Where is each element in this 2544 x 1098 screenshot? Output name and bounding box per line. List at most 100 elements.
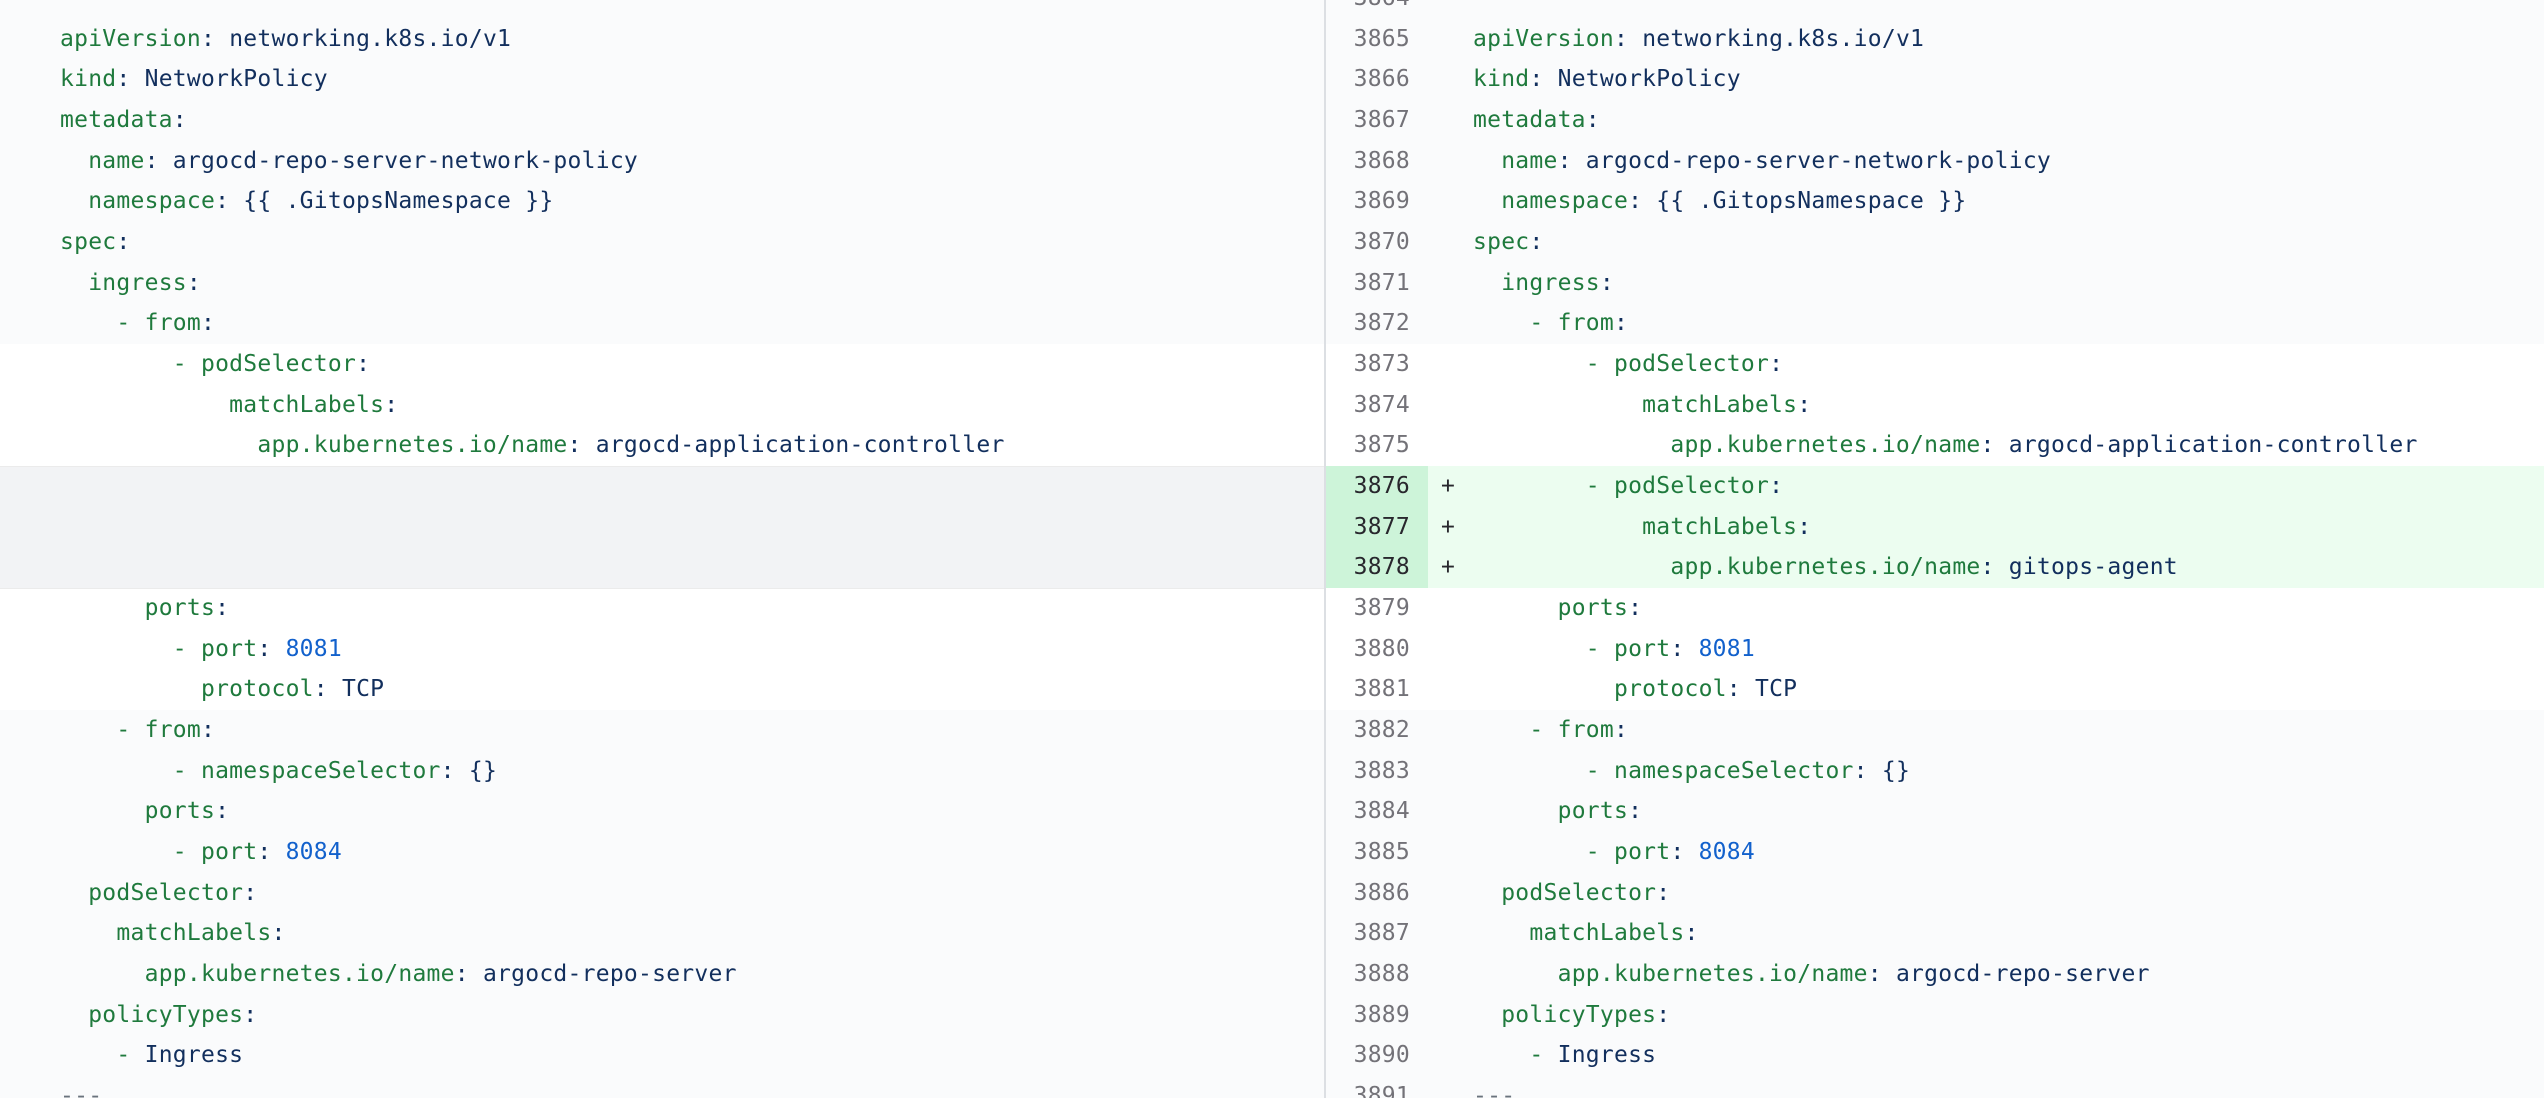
code-token: name xyxy=(88,148,144,174)
new-code-cell: apiVersion: networking.k8s.io/v1 xyxy=(1473,19,2544,60)
new-line-number[interactable]: 3888 xyxy=(1326,954,1428,995)
new-line-number[interactable]: 3867 xyxy=(1326,100,1428,141)
old-code-line: - podSelector: xyxy=(60,351,370,377)
new-line-number[interactable]: 3885 xyxy=(1326,832,1428,873)
diff-row: spec:3870spec: xyxy=(0,222,2544,263)
old-code-cell: - namespaceSelector: {} xyxy=(0,751,1324,792)
code-token xyxy=(60,595,145,621)
new-line-number[interactable]: 3889 xyxy=(1326,995,1428,1036)
code-token: - xyxy=(1529,310,1557,336)
new-line-number[interactable]: 3880 xyxy=(1326,629,1428,670)
new-line-number[interactable]: 3879 xyxy=(1326,588,1428,629)
new-line-number[interactable]: 3871 xyxy=(1326,263,1428,304)
code-token xyxy=(1473,188,1501,214)
old-code-line: namespace: {{ .GitopsNamespace }} xyxy=(60,188,553,214)
code-token xyxy=(60,1002,88,1028)
code-token xyxy=(60,839,173,865)
new-line-number[interactable]: 3872 xyxy=(1326,303,1428,344)
code-token: 8081 xyxy=(271,636,342,662)
diff-row: kind: NetworkPolicy3866kind: NetworkPoli… xyxy=(0,59,2544,100)
diff-rows: ---3864---apiVersion: networking.k8s.io/… xyxy=(0,0,2544,1098)
new-line-number[interactable]: 3883 xyxy=(1326,751,1428,792)
diff-sign xyxy=(1428,1076,1473,1098)
code-token: Ingress xyxy=(145,1042,244,1068)
diff-sign xyxy=(1428,873,1473,914)
code-token: {{ .GitopsNamespace }} xyxy=(1642,188,1966,214)
new-code-line: matchLabels: xyxy=(1473,392,1811,418)
new-line-number[interactable]: 3891 xyxy=(1326,1076,1428,1098)
code-token: : xyxy=(257,636,271,662)
new-code-line: - port: 8081 xyxy=(1473,636,1755,662)
new-line-number[interactable]: 3877 xyxy=(1326,507,1428,548)
code-token: : xyxy=(1656,1002,1670,1028)
code-token: - xyxy=(1529,1042,1557,1068)
code-token: app.kubernetes.io/name xyxy=(257,432,567,458)
code-token xyxy=(1473,636,1586,662)
new-line-number[interactable]: 3875 xyxy=(1326,425,1428,466)
code-token: : xyxy=(1628,798,1642,824)
old-code-cell: podSelector: xyxy=(0,873,1324,914)
old-code-cell: - from: xyxy=(0,710,1324,751)
code-token: spec xyxy=(60,229,116,255)
new-line-number[interactable]: 3870 xyxy=(1326,222,1428,263)
code-token: - xyxy=(1586,839,1614,865)
old-code-line: policyTypes: xyxy=(60,1002,257,1028)
code-token: ports xyxy=(145,798,216,824)
new-line-number[interactable]: 3874 xyxy=(1326,385,1428,426)
code-token: ingress xyxy=(88,270,187,296)
new-line-number[interactable]: 3865 xyxy=(1326,19,1428,60)
new-line-number[interactable]: 3868 xyxy=(1326,141,1428,182)
new-line-number[interactable]: 3890 xyxy=(1326,1035,1428,1076)
new-line-number[interactable]: 3873 xyxy=(1326,344,1428,385)
diff-row: matchLabels:3887 matchLabels: xyxy=(0,913,2544,954)
code-token xyxy=(1473,432,1670,458)
code-token: networking.k8s.io/v1 xyxy=(1628,26,1924,52)
code-token: : xyxy=(215,595,229,621)
code-token xyxy=(1473,798,1558,824)
code-token: from xyxy=(1558,310,1614,336)
code-token: port xyxy=(201,839,257,865)
old-code-line: --- xyxy=(60,1083,102,1098)
diff-sign xyxy=(1428,303,1473,344)
diff-row: namespace: {{ .GitopsNamespace }}3869 na… xyxy=(0,181,2544,222)
code-token: policyTypes xyxy=(88,1002,243,1028)
new-line-number[interactable]: 3887 xyxy=(1326,913,1428,954)
old-code-cell: policyTypes: xyxy=(0,995,1324,1036)
code-token: podSelector xyxy=(201,351,356,377)
new-line-number[interactable]: 3864 xyxy=(1326,0,1428,19)
new-line-number[interactable]: 3866 xyxy=(1326,59,1428,100)
new-line-number[interactable]: 3876 xyxy=(1326,466,1428,507)
new-line-number[interactable]: 3882 xyxy=(1326,710,1428,751)
code-token: : xyxy=(1727,676,1741,702)
code-token: : xyxy=(1981,432,1995,458)
old-code-line: ports: xyxy=(60,798,229,824)
code-token xyxy=(1473,514,1642,540)
diff-sign xyxy=(1428,588,1473,629)
new-line-number[interactable]: 3884 xyxy=(1326,791,1428,832)
code-token: : xyxy=(356,351,370,377)
code-token: podSelector xyxy=(1614,473,1769,499)
new-code-cell: ports: xyxy=(1473,588,2544,629)
code-token: 8084 xyxy=(1684,839,1755,865)
new-line-number[interactable]: 3869 xyxy=(1326,181,1428,222)
diff-row: - from:3872 - from: xyxy=(0,303,2544,344)
old-code-line: apiVersion: networking.k8s.io/v1 xyxy=(60,26,511,52)
diff-sign xyxy=(1428,59,1473,100)
new-line-number[interactable]: 3878 xyxy=(1326,547,1428,588)
old-code-cell: namespace: {{ .GitopsNamespace }} xyxy=(0,181,1324,222)
code-token: port xyxy=(1614,636,1670,662)
diff-row: ports: 3884 ports: xyxy=(0,791,2544,832)
diff-sign xyxy=(1428,832,1473,873)
new-line-number[interactable]: 3886 xyxy=(1326,873,1428,914)
new-code-cell: spec: xyxy=(1473,222,2544,263)
code-token: apiVersion xyxy=(1473,26,1614,52)
code-token xyxy=(1473,270,1501,296)
new-code-cell: protocol: TCP xyxy=(1473,669,2544,710)
code-token: metadata xyxy=(1473,107,1586,133)
code-token: : xyxy=(1797,514,1811,540)
code-token: matchLabels xyxy=(1642,514,1797,540)
code-token: : xyxy=(1628,188,1642,214)
diff-row: apiVersion: networking.k8s.io/v1 3865 apiV… xyxy=(0,19,2544,60)
diff-sign xyxy=(1428,629,1473,670)
new-line-number[interactable]: 3881 xyxy=(1326,669,1428,710)
